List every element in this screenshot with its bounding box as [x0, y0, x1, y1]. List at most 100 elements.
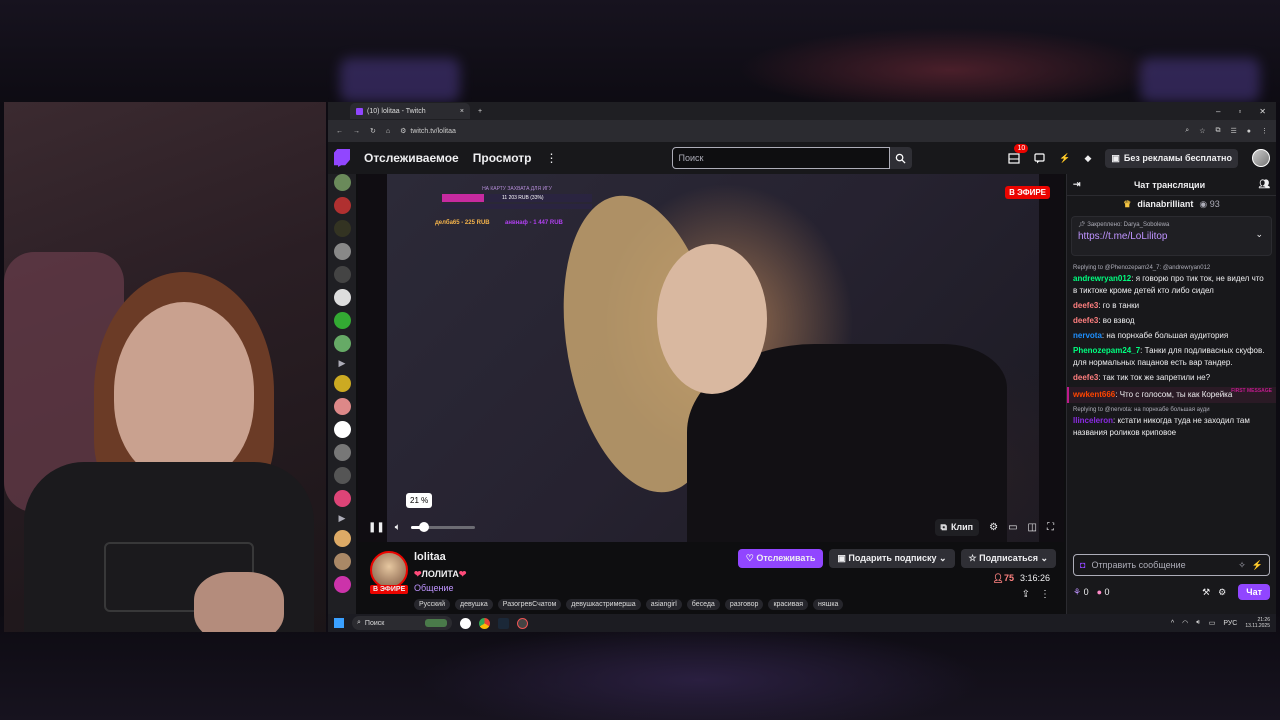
- followed-channel-avatar[interactable]: [333, 335, 351, 352]
- chat-message[interactable]: Replying to @Phenozepam24_7: @andrewryan…: [1073, 264, 1270, 297]
- chrome-icon[interactable]: [479, 617, 490, 629]
- settings-gear-icon[interactable]: ⚙: [989, 522, 998, 533]
- prime-emote-icon[interactable]: ⚡: [1252, 560, 1263, 571]
- first-time-chatter-message[interactable]: FIRST MESSAGE wwkent666: Что с голосом, т…: [1067, 387, 1276, 403]
- prime-icon[interactable]: ⚡: [1059, 153, 1070, 164]
- chat-tools-icon[interactable]: ⚒: [1202, 587, 1210, 598]
- chat-message[interactable]: nervota: на порнхабе большая аудитория: [1073, 330, 1270, 342]
- followed-channel-avatar[interactable]: [333, 197, 351, 214]
- language-indicator[interactable]: РУС: [1223, 620, 1237, 627]
- followed-channel-avatar[interactable]: [333, 444, 351, 461]
- notifications-button[interactable]: 10: [1008, 143, 1029, 164]
- followed-channel-avatar[interactable]: [333, 174, 351, 191]
- battery-icon[interactable]: ▭: [1209, 619, 1216, 627]
- search-input[interactable]: [671, 147, 890, 169]
- followed-channel-avatar[interactable]: [333, 530, 351, 547]
- clock[interactable]: 21:26 13.11.2025: [1245, 617, 1270, 629]
- stream-tag[interactable]: разговор: [724, 599, 764, 610]
- user-avatar[interactable]: [1252, 149, 1270, 167]
- site-info-icon[interactable]: ⚙: [400, 127, 406, 135]
- clip-button[interactable]: ⧉ Клип: [934, 518, 980, 536]
- followed-channel-avatar[interactable]: [333, 243, 351, 260]
- chevron-down-icon[interactable]: ⌄: [1255, 229, 1263, 240]
- volume-icon[interactable]: 🔈︎: [395, 522, 401, 533]
- turbo-button[interactable]: ▣ Без рекламы бесплатно: [1105, 148, 1238, 168]
- menu-icon[interactable]: ⋮: [1261, 127, 1268, 135]
- followed-channel-avatar[interactable]: [333, 220, 351, 237]
- search-button[interactable]: [889, 147, 912, 169]
- chat-username[interactable]: andrewryan012: [1073, 274, 1131, 283]
- chat-username[interactable]: llinceleron: [1073, 416, 1113, 425]
- share-icon[interactable]: ⇪: [1022, 589, 1030, 600]
- channel-name[interactable]: lolitaa: [414, 551, 446, 563]
- theatre-mode-icon[interactable]: ▭: [1008, 522, 1017, 533]
- close-window-icon[interactable]: ✕: [1259, 107, 1266, 116]
- stream-tag[interactable]: красивая: [768, 599, 809, 610]
- chat-username[interactable]: wwkent666: [1073, 390, 1115, 399]
- followed-channel-avatar[interactable]: [333, 312, 351, 329]
- chat-message[interactable]: deefe3: во взвод: [1073, 315, 1270, 327]
- bits-cheer-icon[interactable]: ✧: [1238, 560, 1246, 571]
- chat-username[interactable]: deefe3: [1073, 373, 1098, 382]
- subscribe-button[interactable]: ☆ Подписаться ⌄: [960, 549, 1056, 568]
- collapse-chat-icon[interactable]: ⇥: [1073, 179, 1081, 190]
- yandex-browser-icon[interactable]: [460, 617, 471, 629]
- chat-message[interactable]: deefe3: го в танки: [1073, 300, 1270, 312]
- chat-input[interactable]: ◘ Отправить сообщение ✧ ⚡: [1073, 554, 1270, 576]
- followed-channel-avatar[interactable]: [333, 375, 351, 392]
- zoom-icon[interactable]: ⌕: [1185, 127, 1189, 135]
- video-player[interactable]: НА КАРТУ ЗАХВАТА ДЛЯ ИГУ 11 203 RUB (33%…: [358, 174, 1064, 542]
- pinned-link[interactable]: https://t.me/LoLilitop: [1078, 231, 1265, 242]
- followed-channel-avatar[interactable]: [333, 467, 351, 484]
- whispers-icon[interactable]: [1034, 152, 1045, 164]
- chat-emote-badge-icon[interactable]: ◘: [1080, 560, 1085, 570]
- nav-following[interactable]: Отслеживаемое: [364, 151, 459, 165]
- chat-leaderboard[interactable]: ♛ dianabrilliant ◉ 93: [1067, 196, 1276, 212]
- sidebar-toggle-icon[interactable]: ◫: [1028, 522, 1037, 533]
- followed-channel-avatar[interactable]: [333, 421, 351, 438]
- chat-username[interactable]: deefe3: [1073, 316, 1098, 325]
- gift-sub-button[interactable]: ▣ Подарить подписку ⌄: [829, 549, 955, 568]
- taskbar-search[interactable]: ⌕ Поиск: [352, 616, 452, 630]
- twitch-logo-icon[interactable]: [334, 149, 350, 167]
- followed-channel-avatar[interactable]: [333, 398, 351, 415]
- stream-tag[interactable]: беседа: [686, 599, 720, 610]
- network-icon[interactable]: ◠: [1182, 619, 1188, 627]
- volume-knob[interactable]: [419, 521, 430, 532]
- url-field[interactable]: ⚙ twitch.tv/lolitaa: [400, 127, 456, 136]
- more-menu-icon[interactable]: ⋮: [546, 151, 558, 165]
- chat-message[interactable]: Replying to @nervota: на порнхабе больша…: [1073, 406, 1270, 439]
- minimize-icon[interactable]: –: [1216, 107, 1220, 116]
- fullscreen-icon[interactable]: ⛶: [1047, 522, 1054, 533]
- chat-username[interactable]: Phenozepam24_7: [1073, 346, 1140, 355]
- reload-icon[interactable]: ↻: [370, 127, 376, 135]
- follow-button[interactable]: ♡ Отслеживать: [737, 549, 824, 568]
- pinned-message[interactable]: 📌︎ Закреплено: Darya_Sobolewa https://t.…: [1071, 216, 1272, 256]
- maximize-icon[interactable]: ▫: [1238, 107, 1241, 116]
- chat-message[interactable]: Phenozepam24_7: Танки для подливасных ск…: [1073, 345, 1270, 369]
- new-tab-button[interactable]: +: [478, 108, 482, 115]
- profile-icon[interactable]: ●: [1247, 128, 1251, 135]
- channel-points-a[interactable]: ⚘ 0: [1073, 587, 1089, 598]
- close-tab-icon[interactable]: ×: [460, 108, 464, 115]
- followed-channel-avatar[interactable]: [333, 490, 351, 507]
- channel-points-b[interactable]: ● 0: [1097, 587, 1110, 597]
- followed-channel-avatar[interactable]: [333, 553, 351, 570]
- chat-username[interactable]: deefe3: [1073, 301, 1098, 310]
- volume-tray-icon[interactable]: 🔉︎: [1196, 619, 1200, 627]
- bookmark-star-icon[interactable]: ☆: [1199, 127, 1205, 135]
- obs-icon[interactable]: [517, 617, 528, 629]
- stream-tag[interactable]: девушкастримерша: [566, 599, 641, 610]
- windows-start-icon[interactable]: [334, 618, 344, 628]
- forward-icon[interactable]: →: [353, 128, 360, 135]
- stream-tag[interactable]: няшка: [813, 599, 844, 610]
- sidebar-icon[interactable]: ☰: [1230, 127, 1236, 135]
- stream-tag[interactable]: девушка: [454, 599, 493, 610]
- extensions-icon[interactable]: ⧉: [1215, 127, 1220, 135]
- followed-channel-avatar[interactable]: [333, 266, 351, 283]
- stream-tag[interactable]: Русский: [414, 599, 450, 610]
- stream-category[interactable]: Общение: [414, 583, 453, 593]
- pause-icon[interactable]: ❚❚: [368, 522, 385, 533]
- bits-icon[interactable]: ◆: [1084, 153, 1091, 164]
- back-icon[interactable]: ←: [336, 128, 343, 135]
